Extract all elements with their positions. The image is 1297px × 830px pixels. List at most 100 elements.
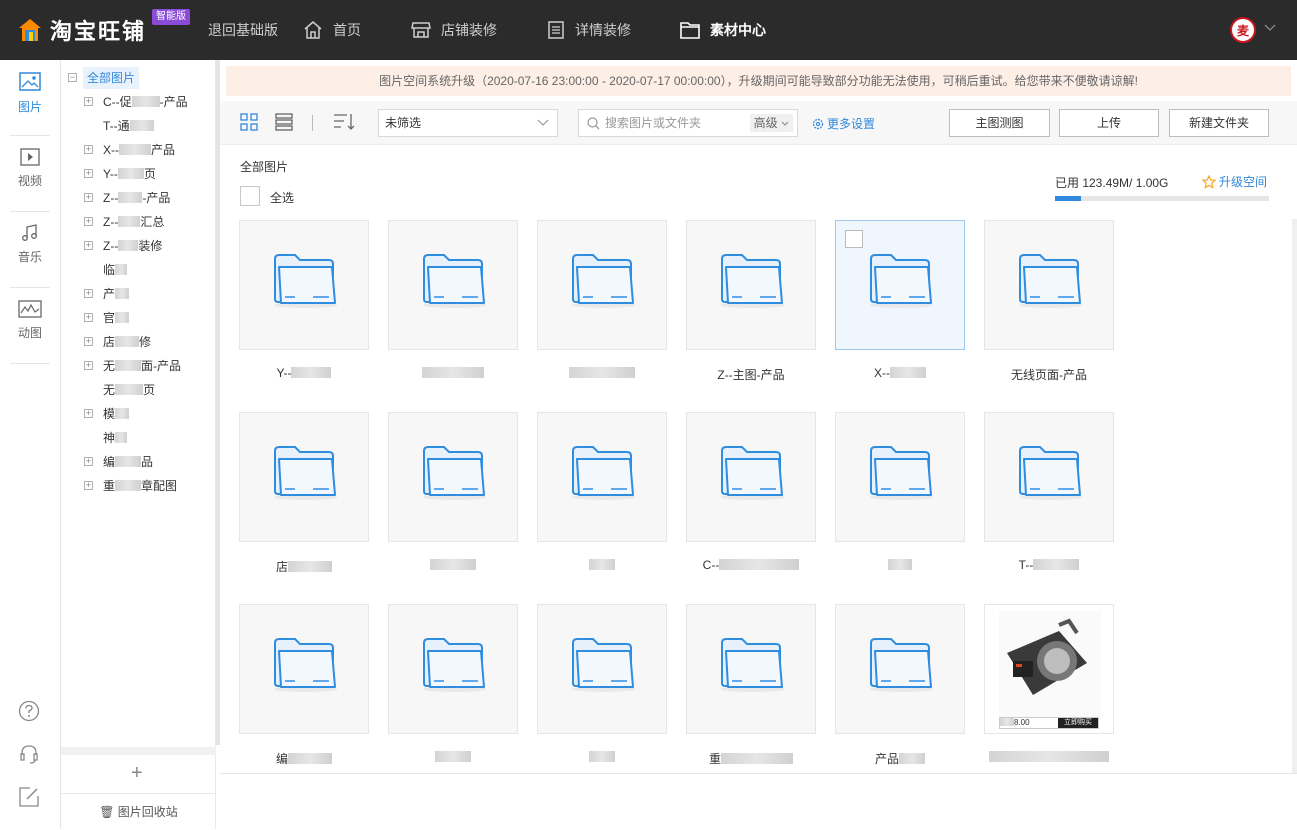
card-label[interactable]	[388, 558, 518, 572]
nav-detail-decoration[interactable]: 详情装修	[547, 0, 631, 60]
tree-node[interactable]: 临	[103, 259, 128, 281]
expand-toggle[interactable]: +	[84, 97, 93, 106]
image-card[interactable]: 8.00 立即购买	[984, 604, 1114, 734]
nav-material-center[interactable]: 素材中心	[680, 0, 766, 60]
chevron-down-icon[interactable]	[1264, 24, 1276, 32]
add-folder-plus-icon[interactable]: +	[131, 762, 143, 785]
tree-node[interactable]: 编品	[103, 451, 153, 473]
rail-item-music[interactable]: 音乐	[0, 212, 60, 288]
upgrade-space-link[interactable]: 升级空间	[1202, 173, 1267, 190]
folder-card[interactable]	[984, 220, 1114, 350]
tree-node[interactable]: 无 面-产品	[103, 355, 181, 377]
expand-toggle[interactable]: +	[84, 217, 93, 226]
card-label[interactable]: 无线页面-产品	[984, 366, 1114, 383]
folder-card[interactable]	[835, 412, 965, 542]
expand-toggle[interactable]: +	[84, 241, 93, 250]
tree-node[interactable]: Z-- -产品	[103, 187, 170, 209]
card-label[interactable]	[537, 750, 667, 764]
folder-card[interactable]	[239, 604, 369, 734]
user-avatar[interactable]: 麦	[1230, 17, 1256, 43]
expand-toggle[interactable]: +	[84, 145, 93, 154]
card-checkbox[interactable]	[845, 230, 863, 248]
folder-card[interactable]	[835, 220, 965, 350]
card-label[interactable]: 产品	[835, 750, 965, 767]
folder-card[interactable]	[388, 220, 518, 350]
new-folder-button[interactable]: 新建文件夹	[1169, 109, 1269, 137]
tree-node[interactable]: 重 章配图	[103, 475, 177, 497]
tree-node[interactable]: 店修	[103, 331, 151, 353]
sort-icon[interactable]	[333, 113, 355, 131]
grid-view-icon[interactable]	[240, 113, 258, 131]
expand-toggle[interactable]: +	[84, 193, 93, 202]
card-label[interactable]: C--	[686, 558, 816, 572]
tree-scrollbar[interactable]	[216, 60, 220, 745]
tree-node[interactable]: 模	[103, 403, 130, 425]
folder-card[interactable]	[686, 220, 816, 350]
folder-card[interactable]	[686, 412, 816, 542]
card-label[interactable]	[388, 750, 518, 764]
recycle-bin-button[interactable]: 🗑 图片回收站	[61, 793, 216, 829]
card-label[interactable]: T--	[984, 558, 1114, 572]
nav-store-decoration[interactable]: 店铺装修	[411, 0, 497, 60]
nav-home[interactable]: 首页	[303, 0, 361, 60]
feedback-edit-icon[interactable]	[18, 786, 40, 808]
folder-card[interactable]	[239, 220, 369, 350]
folder-card[interactable]	[537, 220, 667, 350]
card-label[interactable]: 编	[239, 750, 369, 767]
select-all-checkbox[interactable]	[240, 186, 260, 206]
expand-toggle[interactable]: +	[84, 289, 93, 298]
expand-toggle[interactable]: +	[84, 169, 93, 178]
nav-back-to-basic[interactable]: 退回基础版	[208, 0, 278, 60]
advanced-search-toggle[interactable]: 高级	[749, 114, 793, 132]
tree-node[interactable]: 官	[103, 307, 130, 329]
rail-item-animations[interactable]: 动图	[0, 288, 60, 364]
card-label[interactable]: Y--	[239, 366, 369, 380]
folder-card[interactable]	[388, 604, 518, 734]
help-icon[interactable]	[18, 700, 40, 722]
expand-toggle[interactable]: +	[84, 409, 93, 418]
card-label[interactable]	[537, 558, 667, 572]
tree-node[interactable]: 神	[103, 427, 128, 449]
tree-node-all-images[interactable]: 全部图片	[83, 67, 140, 89]
card-label[interactable]: 重	[686, 750, 816, 767]
customer-service-icon[interactable]	[18, 743, 40, 765]
card-label[interactable]	[388, 366, 518, 380]
expand-toggle[interactable]: +	[84, 361, 93, 370]
card-label[interactable]	[537, 366, 667, 380]
expand-toggle[interactable]: +	[84, 337, 93, 346]
brand-logo[interactable]: 淘宝旺铺	[18, 14, 146, 46]
tree-node[interactable]: Z-- 汇总	[103, 211, 164, 233]
folder-card[interactable]	[686, 604, 816, 734]
more-settings-link[interactable]: 更多设置	[812, 115, 875, 132]
main-scrollbar[interactable]	[1292, 219, 1297, 774]
tree-node[interactable]: 产	[103, 283, 130, 305]
expand-toggle[interactable]: +	[84, 313, 93, 322]
tree-node[interactable]: Y-- 页	[103, 163, 156, 185]
rail-item-images[interactable]: 图片	[0, 60, 60, 136]
main-image-test-button[interactable]: 主图测图	[949, 109, 1050, 137]
folder-card[interactable]	[537, 604, 667, 734]
tree-node[interactable]: X-- 产品	[103, 139, 175, 161]
card-label[interactable]: X--	[835, 366, 965, 380]
folder-card[interactable]	[984, 412, 1114, 542]
search-input[interactable]	[605, 115, 745, 131]
folder-card[interactable]	[388, 412, 518, 542]
filter-select[interactable]: 未筛选	[378, 109, 558, 137]
expand-toggle[interactable]: +	[84, 457, 93, 466]
folder-card[interactable]	[239, 412, 369, 542]
folder-card[interactable]	[537, 412, 667, 542]
card-label[interactable]: Z--主图-产品	[686, 366, 816, 383]
expand-toggle[interactable]: +	[84, 481, 93, 490]
folder-card[interactable]	[835, 604, 965, 734]
card-label[interactable]: 店	[239, 558, 369, 575]
list-view-icon[interactable]	[275, 113, 293, 131]
upload-button[interactable]: 上传	[1059, 109, 1159, 137]
card-label[interactable]	[835, 558, 965, 572]
tree-node[interactable]: T--通	[103, 115, 154, 137]
collapse-toggle[interactable]: −	[68, 73, 77, 82]
rail-item-videos[interactable]: 视频	[0, 136, 60, 212]
card-label[interactable]	[984, 750, 1114, 764]
tree-node[interactable]: 无页	[103, 379, 155, 401]
tree-node[interactable]: Z-- 装修	[103, 235, 162, 257]
tree-node[interactable]: C--促 -产品	[103, 91, 188, 113]
